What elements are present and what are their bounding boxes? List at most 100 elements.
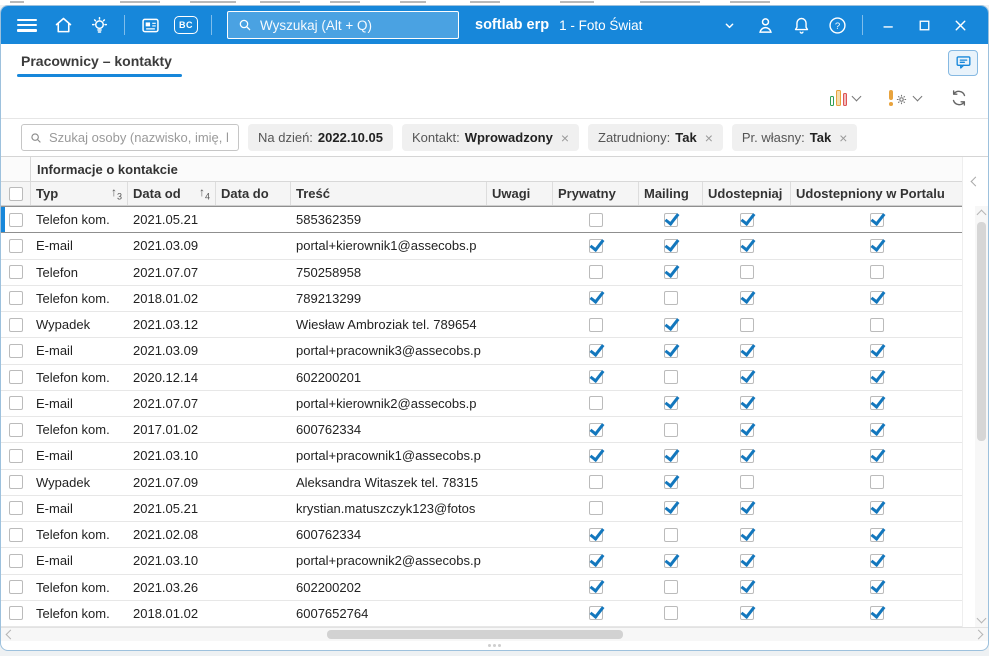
feedback-button[interactable]	[948, 49, 978, 76]
checkbox-prywatny[interactable]	[589, 527, 603, 542]
row-select-checkbox[interactable]	[9, 291, 23, 306]
row-select-checkbox[interactable]	[9, 606, 23, 621]
checkbox-prywatny[interactable]	[589, 553, 603, 568]
cell-mailing[interactable]	[639, 470, 703, 495]
table-row[interactable]: Telefon kom. 2018.01.02 6007652764	[1, 600, 962, 627]
column-header-uwagi[interactable]: Uwagi	[487, 182, 553, 205]
cell-udostepniaj[interactable]	[703, 286, 791, 311]
person-search-input[interactable]	[49, 130, 231, 145]
filter-chip-3[interactable]: Pr. własny: Tak ×	[731, 124, 858, 151]
checkbox-mailing[interactable]	[664, 448, 678, 463]
checkbox-portal[interactable]	[869, 396, 884, 411]
cell-portal[interactable]	[791, 470, 962, 495]
scroll-right-icon[interactable]	[973, 629, 984, 640]
checkbox-portal[interactable]	[869, 580, 884, 595]
table-row[interactable]: E-mail 2021.03.10 portal+pracownik1@asseco…	[1, 443, 962, 470]
cell-portal[interactable]	[791, 233, 962, 258]
checkbox-prywatny[interactable]	[589, 448, 603, 463]
checkbox-prywatny[interactable]	[589, 580, 603, 595]
help-button[interactable]: ?	[822, 10, 852, 40]
cell-mailing[interactable]	[639, 207, 703, 232]
cell-mailing[interactable]	[639, 286, 703, 311]
chip-close-icon[interactable]: ×	[705, 131, 713, 145]
bc-button[interactable]: BC	[171, 10, 201, 40]
checkbox-prywatny[interactable]	[589, 238, 603, 253]
checkbox-portal[interactable]	[869, 343, 884, 358]
checkbox-mailing[interactable]	[664, 238, 678, 253]
row-select-checkbox[interactable]	[9, 238, 23, 253]
cell-udostepniaj[interactable]	[703, 522, 791, 547]
cell-portal[interactable]	[791, 548, 962, 573]
checkbox-udostepniaj[interactable]	[740, 212, 754, 227]
cell-prywatny[interactable]	[553, 575, 639, 600]
cell-udostepniaj[interactable]	[703, 312, 791, 337]
checkbox-mailing[interactable]	[664, 265, 678, 280]
filter-chip-0[interactable]: Na dzień: 2022.10.05	[248, 124, 393, 151]
tab-pracownicy-kontakty[interactable]: Pracownicy – kontakty	[17, 44, 182, 77]
cell-udostepniaj[interactable]	[703, 338, 791, 363]
checkbox-mailing[interactable]	[664, 396, 678, 411]
cell-mailing[interactable]	[639, 496, 703, 521]
refresh-button[interactable]	[944, 84, 974, 112]
actions-button[interactable]	[883, 86, 928, 110]
row-select-cell[interactable]	[1, 443, 31, 468]
cell-udostepniaj[interactable]	[703, 207, 791, 232]
cell-prywatny[interactable]	[553, 207, 639, 232]
table-row[interactable]: E-mail 2021.03.09 portal+pracownik3@asseco…	[1, 338, 962, 365]
cell-udostepniaj[interactable]	[703, 417, 791, 442]
cell-prywatny[interactable]	[553, 443, 639, 468]
checkbox-udostepniaj[interactable]	[740, 448, 754, 463]
menu-button[interactable]	[12, 10, 42, 40]
cell-prywatny[interactable]	[553, 601, 639, 626]
row-select-cell[interactable]	[1, 338, 31, 363]
column-header-portal[interactable]: Udostepniony w Portalu	[791, 182, 962, 205]
cell-prywatny[interactable]	[553, 365, 639, 390]
cell-mailing[interactable]	[639, 312, 703, 337]
table-row[interactable]: Telefon kom. 2021.02.08 600762334	[1, 522, 962, 549]
cell-prywatny[interactable]	[553, 312, 639, 337]
row-select-checkbox[interactable]	[9, 580, 23, 595]
checkbox-portal[interactable]	[869, 238, 884, 253]
checkbox-mailing[interactable]	[664, 291, 678, 306]
panel-collapse-button[interactable]	[963, 157, 988, 206]
checkbox-udostepniaj[interactable]	[740, 553, 754, 568]
row-select-cell[interactable]	[1, 365, 31, 390]
cell-prywatny[interactable]	[553, 260, 639, 285]
resize-grip-icon[interactable]	[488, 644, 501, 647]
cell-mailing[interactable]	[639, 443, 703, 468]
checkbox-mailing[interactable]	[664, 475, 678, 490]
cell-udostepniaj[interactable]	[703, 391, 791, 416]
cell-portal[interactable]	[791, 286, 962, 311]
checkbox-portal[interactable]	[869, 527, 884, 542]
vertical-scroll-thumb[interactable]	[977, 222, 986, 441]
table-row[interactable]: E-mail 2021.03.10 portal+pracownik2@asseco…	[1, 548, 962, 575]
cell-prywatny[interactable]	[553, 470, 639, 495]
checkbox-udostepniaj[interactable]	[740, 580, 754, 595]
checkbox-prywatny[interactable]	[589, 501, 603, 516]
checkbox-udostepniaj[interactable]	[740, 527, 754, 542]
checkbox-udostepniaj[interactable]	[740, 291, 754, 306]
cell-mailing[interactable]	[639, 417, 703, 442]
checkbox-udostepniaj[interactable]	[740, 317, 754, 332]
column-header-data-do[interactable]: Data do	[216, 182, 291, 205]
row-select-cell[interactable]	[1, 207, 31, 232]
checkbox-mailing[interactable]	[664, 501, 678, 516]
checkbox-mailing[interactable]	[664, 527, 678, 542]
row-select-cell[interactable]	[1, 391, 31, 416]
cell-portal[interactable]	[791, 575, 962, 600]
cell-portal[interactable]	[791, 522, 962, 547]
cell-portal[interactable]	[791, 417, 962, 442]
column-header-tresc[interactable]: Treść	[291, 182, 487, 205]
row-select-cell[interactable]	[1, 548, 31, 573]
cell-udostepniaj[interactable]	[703, 365, 791, 390]
cell-mailing[interactable]	[639, 601, 703, 626]
row-select-checkbox[interactable]	[9, 370, 23, 385]
table-row[interactable]: Telefon kom. 2017.01.02 600762334	[1, 417, 962, 444]
row-select-checkbox[interactable]	[9, 448, 23, 463]
select-all-checkbox[interactable]	[8, 186, 23, 201]
checkbox-mailing[interactable]	[664, 212, 678, 227]
checkbox-prywatny[interactable]	[589, 317, 603, 332]
checkbox-mailing[interactable]	[664, 553, 678, 568]
filter-chip-2[interactable]: Zatrudniony: Tak ×	[588, 124, 723, 151]
checkbox-udostepniaj[interactable]	[740, 501, 754, 516]
